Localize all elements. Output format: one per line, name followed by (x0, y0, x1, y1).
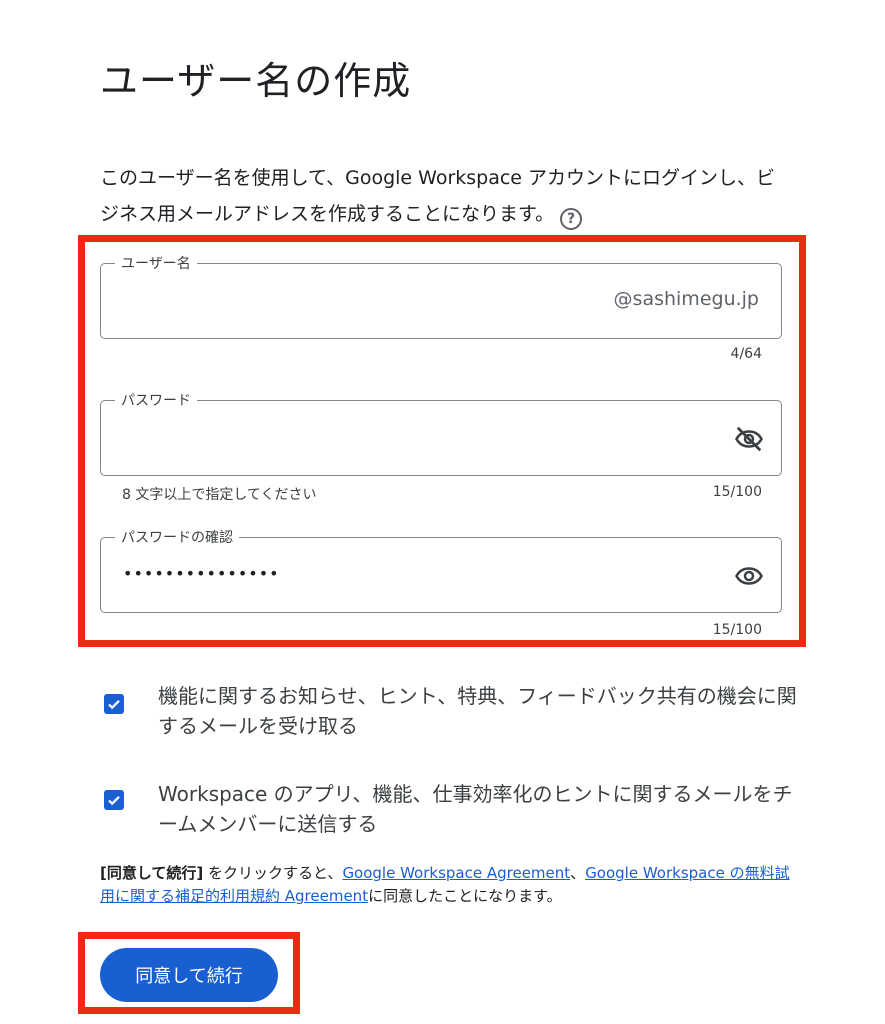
eye-svg (735, 567, 763, 585)
workspace-tips-checkbox[interactable] (104, 790, 124, 810)
news-checkbox[interactable] (104, 694, 124, 714)
username-field[interactable]: ユーザー名 @sashimegu.jp (100, 253, 782, 339)
terms-bold: [同意して続行] (100, 864, 204, 882)
terms-separator: 、 (570, 864, 586, 882)
password-field[interactable]: パスワード (100, 390, 782, 476)
username-label: ユーザー名 (115, 253, 197, 273)
confirm-password-label: パスワードの確認 (115, 527, 239, 547)
page-title: ユーザー名の作成 (100, 59, 412, 103)
eye-icon[interactable] (731, 558, 767, 594)
password-helper: 8 文字以上で指定してください (122, 487, 317, 503)
confirm-password-field[interactable]: パスワードの確認 (100, 527, 782, 613)
eye-off-svg (735, 426, 763, 452)
terms-text-1: をクリックすると、 (203, 864, 343, 882)
workspace-agreement-link[interactable]: Google Workspace Agreement (342, 864, 570, 882)
news-checkbox-label[interactable]: 機能に関するお知らせ、ヒント、特典、フィードバック共有の機会に関するメールを受け… (158, 681, 798, 741)
workspace-tips-checkbox-label[interactable]: Workspace のアプリ、機能、仕事効率化のヒントに関するメールをチームメン… (158, 779, 798, 839)
check-icon (108, 796, 120, 806)
password-counter: 15/100 (712, 484, 762, 500)
intro-text: このユーザー名を使用して、Google Workspace アカウントにログイン… (100, 160, 790, 232)
confirm-password-counter: 15/100 (712, 622, 762, 638)
password-label: パスワード (115, 390, 197, 410)
agree-continue-button[interactable]: 同意して続行 (100, 948, 278, 1002)
domain-suffix: @sashimegu.jp (613, 288, 759, 310)
eye-off-icon[interactable] (731, 421, 767, 457)
terms-text: [同意して続行] をクリックすると、Google Workspace Agree… (100, 862, 800, 908)
terms-text-2: に同意したことになります。 (368, 887, 562, 905)
confirm-password-input[interactable] (123, 564, 683, 583)
help-circle-icon[interactable]: ? (560, 208, 583, 230)
username-counter: 4/64 (730, 346, 762, 362)
intro-description: このユーザー名を使用して、Google Workspace アカウントにログイン… (100, 167, 776, 225)
check-icon (108, 700, 120, 710)
